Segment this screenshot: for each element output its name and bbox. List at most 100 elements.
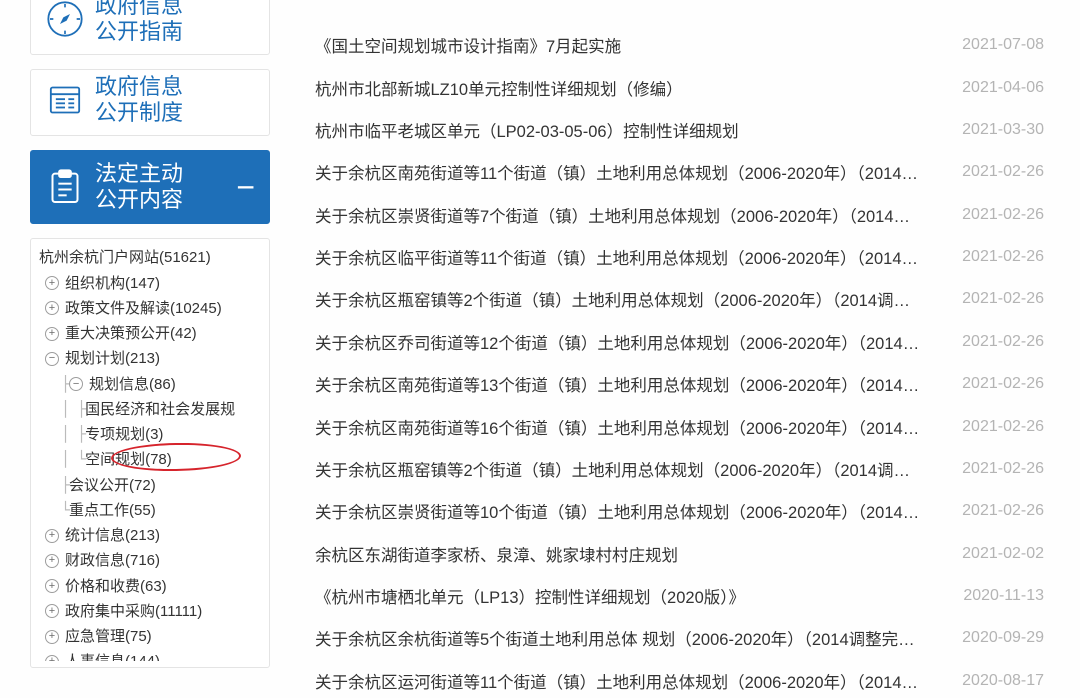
article-link[interactable]: 关于余杭区南苑街道等13个街道（镇）土地利用总体规划（2006-2020年）（2… [315,372,925,396]
article-link[interactable]: 杭州市北部新城LZ10单元控制性详细规划（修编） [315,76,683,100]
list-row: 关于余杭区乔司街道等12个街道（镇）土地利用总体规划（2006-2020年）（2… [315,321,1044,363]
tree-scroll[interactable]: 杭州余杭门户网站(51621) 组织机构(147)政策文件及解读(10245)重大… [31,245,269,661]
compass-icon [45,0,85,39]
minus-icon: − [236,179,255,195]
list-row: 关于余杭区余杭街道等5个街道土地利用总体 规划（2006-2020年）（2014… [315,617,1044,659]
article-link[interactable]: 杭州市临平老城区单元（LP02-03-05-06）控制性详细规划 [315,118,739,142]
article-date: 2021-02-02 [962,545,1044,563]
article-link[interactable]: 关于余杭区余杭街道等5个街道土地利用总体 规划（2006-2020年）（2014… [315,626,925,650]
expand-icon[interactable] [45,604,59,618]
tree-item[interactable]: 规划计划(213) [39,346,263,371]
tree-item[interactable]: 财政信息(716) [39,548,263,573]
expand-icon[interactable] [45,655,59,661]
article-date: 2021-02-26 [962,502,1044,520]
tree-item[interactable]: │ ├ 国民经济和社会发展规 [39,397,263,422]
tree-item[interactable]: 应急管理(75) [39,624,263,649]
tree-item[interactable]: 组织机构(147) [39,271,263,296]
list-row: 杭州市北部新城LZ10单元控制性详细规划（修编）2021-04-06 [315,66,1044,108]
expand-icon[interactable] [45,327,59,341]
tree-label[interactable]: 杭州余杭门户网站(51621) [39,246,211,269]
tree-label[interactable]: 价格和收费(63) [65,575,167,598]
card-label: 政府信息 公开指南 [95,0,183,46]
article-link[interactable]: 余杭区东湖街道李家桥、泉漳、姚家埭村村庄规划 [315,542,678,566]
article-date: 2021-02-26 [962,163,1044,181]
card-label: 政府信息 公开制度 [95,74,183,127]
tree-label[interactable]: 规划计划(213) [65,347,160,370]
article-date: 2021-02-26 [962,248,1044,266]
list-row: 关于余杭区崇贤街道等10个街道（镇）土地利用总体规划（2006-2020年）（2… [315,490,1044,532]
tree-label[interactable]: 重大决策预公开(42) [65,322,197,345]
article-date: 2021-02-26 [962,460,1044,478]
expand-icon[interactable] [45,301,59,315]
sidebar: 政府信息 公开指南 政府信息 公开制度 [0,0,285,698]
article-link[interactable]: 关于余杭区南苑街道等11个街道（镇）土地利用总体规划（2006-2020年）（2… [315,160,925,184]
article-link[interactable]: 关于余杭区崇贤街道等7个街道（镇）土地利用总体规划（2006-2020年）（20… [315,203,925,227]
article-link[interactable]: 《杭州市塘栖北单元（LP13）控制性详细规划（2020版）》 [315,584,745,608]
tree-label[interactable]: 统计信息(213) [65,524,160,547]
article-link[interactable]: 关于余杭区瓶窑镇等2个街道（镇）土地利用总体规划（2006-2020年）（201… [315,457,925,481]
article-link[interactable]: 关于余杭区临平街道等11个街道（镇）土地利用总体规划（2006-2020年）（2… [315,245,925,269]
expand-icon[interactable] [45,630,59,644]
tree-label[interactable]: 国民经济和社会发展规 [85,398,235,421]
tree-label[interactable]: 政策文件及解读(10245) [65,297,222,320]
article-date: 2021-02-26 [962,418,1044,436]
document-icon [45,80,85,120]
article-date: 2021-02-26 [962,290,1044,308]
tree-item[interactable]: │ ├ 专项规划(3) [39,422,263,447]
tree-item[interactable]: ├ 规划信息(86) [39,372,263,397]
list-row: 关于余杭区崇贤街道等7个街道（镇）土地利用总体规划（2006-2020年）（20… [315,194,1044,236]
tree-label[interactable]: 财政信息(716) [65,549,160,572]
card-legal-active[interactable]: 法定主动 公开内容 − [30,150,270,225]
content-list: 《国土空间规划城市设计指南》7月起实施2021-07-08杭州市北部新城LZ10… [285,0,1080,698]
tree-item[interactable]: │ └ 空间规划(78) [39,447,263,472]
tree-connector: │ └ [61,448,85,471]
tree-item[interactable]: 杭州余杭门户网站(51621) [39,245,263,270]
article-date: 2020-08-17 [962,672,1044,690]
collapse-icon[interactable] [69,377,83,391]
tree-label[interactable]: 专项规划(3) [85,423,163,446]
tree-item[interactable]: └ 重点工作(55) [39,498,263,523]
tree-label[interactable]: 组织机构(147) [65,272,160,295]
list-row: 关于余杭区南苑街道等13个街道（镇）土地利用总体规划（2006-2020年）（2… [315,363,1044,405]
expand-icon[interactable] [45,554,59,568]
article-link[interactable]: 关于余杭区乔司街道等12个街道（镇）土地利用总体规划（2006-2020年）（2… [315,330,925,354]
article-date: 2020-11-13 [963,587,1044,605]
article-link[interactable]: 《国土空间规划城市设计指南》7月起实施 [315,33,621,57]
article-link[interactable]: 关于余杭区瓶窑镇等2个街道（镇）土地利用总体规划（2006-2020年）（201… [315,287,925,311]
article-link[interactable]: 关于余杭区南苑街道等16个街道（镇）土地利用总体规划（2006-2020年）（2… [315,415,925,439]
card-info-system[interactable]: 政府信息 公开制度 [30,69,270,136]
tree-item[interactable]: 统计信息(213) [39,523,263,548]
article-date: 2021-03-30 [962,121,1044,139]
tree-item[interactable]: 人事信息(144) [39,649,263,661]
list-row: 《杭州市塘栖北单元（LP13）控制性详细规划（2020版）》 2020-11-13 [315,575,1044,617]
card-info-guide[interactable]: 政府信息 公开指南 [30,0,270,55]
article-link[interactable]: 关于余杭区崇贤街道等10个街道（镇）土地利用总体规划（2006-2020年）（2… [315,499,925,523]
card-label: 法定主动 公开内容 [95,161,183,214]
list-row: 关于余杭区南苑街道等11个街道（镇）土地利用总体规划（2006-2020年）（2… [315,151,1044,193]
expand-icon[interactable] [45,579,59,593]
tree-label[interactable]: 人事信息(144) [65,650,160,661]
tree-label[interactable]: 政府集中采购(11111) [65,600,202,623]
tree-label[interactable]: 应急管理(75) [65,625,152,648]
tree-connector: ├ [61,373,69,396]
tree-label[interactable]: 规划信息(86) [89,373,176,396]
article-date: 2020-09-29 [962,629,1044,647]
article-date: 2021-02-26 [962,333,1044,351]
list-row: 关于余杭区瓶窑镇等2个街道（镇）土地利用总体规划（2006-2020年）（201… [315,278,1044,320]
expand-icon[interactable] [45,276,59,290]
collapse-icon[interactable] [45,352,59,366]
tree-label[interactable]: 会议公开(72) [69,474,156,497]
clipboard-icon [45,167,85,207]
article-link[interactable]: 关于余杭区运河街道等11个街道（镇）土地利用总体规划（2006-2020年）（2… [315,669,925,693]
expand-icon[interactable] [45,529,59,543]
tree-item[interactable]: 重大决策预公开(42) [39,321,263,346]
tree-item[interactable]: 政府集中采购(11111) [39,599,263,624]
tree-connector: └ [61,499,69,522]
tree-connector: ├ [61,474,69,497]
tree-item[interactable]: 价格和收费(63) [39,574,263,599]
tree-item[interactable]: 政策文件及解读(10245) [39,296,263,321]
tree-label[interactable]: 空间规划(78) [85,448,172,471]
tree-label[interactable]: 重点工作(55) [69,499,156,522]
tree-item[interactable]: ├ 会议公开(72) [39,473,263,498]
list-row: 《国土空间规划城市设计指南》7月起实施2021-07-08 [315,24,1044,66]
